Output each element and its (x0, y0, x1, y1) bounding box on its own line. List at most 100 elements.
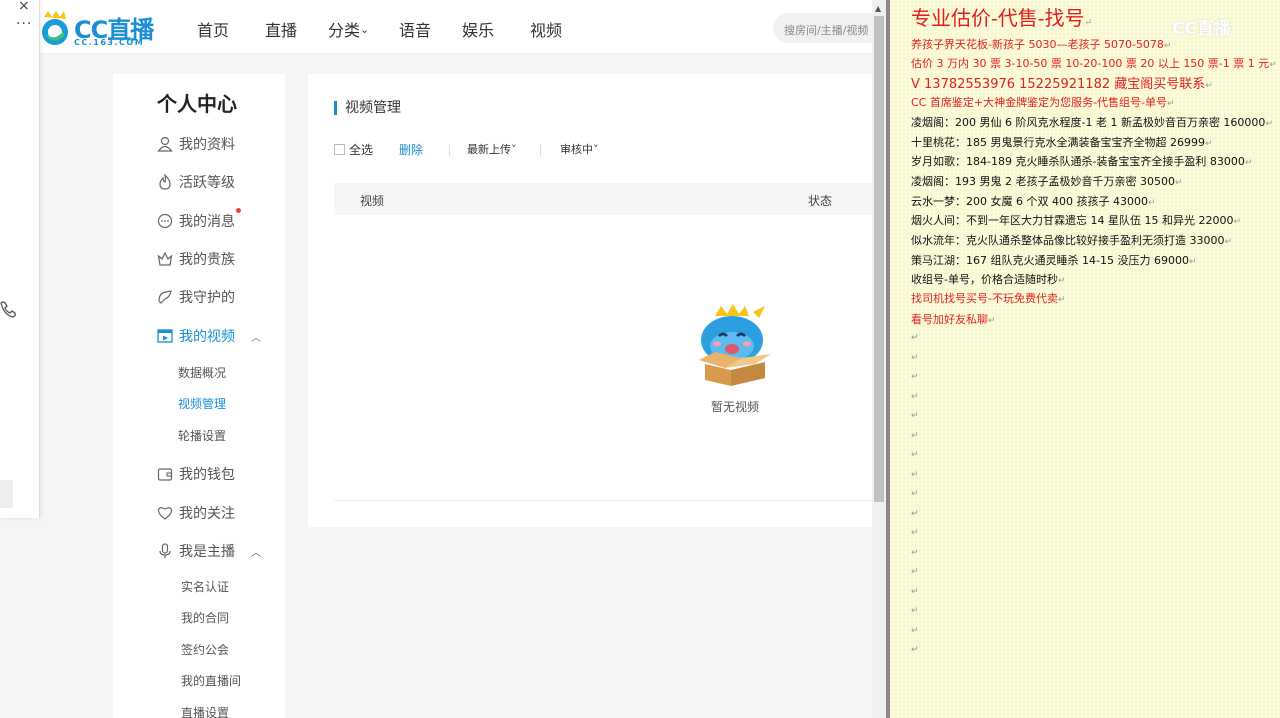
sub-data-overview[interactable]: 数据概况 (178, 364, 226, 381)
sidebar-item-label: 我的关注 (179, 506, 235, 522)
paragraph-mark-icon: ↵ (911, 469, 919, 480)
sidebar-item-guarding[interactable]: 我守护的 (157, 286, 235, 308)
toolbar-divider (540, 144, 541, 156)
nav-live[interactable]: 直播 (265, 17, 297, 41)
paragraph-mark-icon: ↵ (911, 606, 919, 616)
heart-icon (157, 507, 173, 520)
paragraph-mark-icon: ↵ (911, 645, 919, 655)
checkbox-box (334, 144, 345, 155)
paragraph-mark-icon: ↵ (911, 528, 919, 538)
cc-logo[interactable]: CC直播 CC.163.COM (38, 6, 158, 50)
sub-video-management[interactable]: 视频管理 (178, 395, 226, 412)
sidebar-item-following[interactable]: 我的关注 (157, 502, 235, 524)
chevron-down-icon: ⌄ (360, 23, 370, 36)
document-line: 云水一梦：200 女魔 6 个双 400 孩孩子 43000↵ (911, 193, 1156, 209)
paragraph-mark-icon: ↵ (1057, 276, 1066, 286)
sidebar-item-my-videos[interactable]: 我的视频 (157, 325, 235, 347)
panel-tab[interactable] (0, 480, 13, 508)
document-line-text: 养孩子界天花板-新孩子 5030—老孩子 5070-5078 (911, 38, 1164, 51)
column-status: 状态 (808, 194, 833, 208)
nav-home[interactable]: 首页 (197, 17, 229, 41)
content-divider (334, 500, 872, 501)
paragraph-mark-icon: ↵ (1269, 60, 1277, 70)
document-line-text: 估价 3 万内 30 票 3-10-50 票 10-20-100 票 20 以上… (911, 57, 1270, 70)
document-line: 看号加好友私聊↵ (911, 311, 996, 327)
paragraph-mark-icon: ↵ (911, 333, 919, 343)
table-header: 视频 状态 (334, 183, 872, 215)
sub-my-contract[interactable]: 我的合同 (181, 609, 229, 626)
nav-entertainment[interactable]: 娱乐 (462, 17, 494, 41)
search-input[interactable]: 搜房间/主播/视频 (773, 13, 883, 43)
close-icon[interactable]: × (18, 0, 30, 14)
sidebar-item-label: 我的消息 (179, 214, 235, 230)
scrollbar-thumb[interactable] (874, 16, 884, 502)
sub-carousel-settings[interactable]: 轮播设置 (178, 427, 226, 444)
column-video: 视频 (360, 194, 385, 208)
select-all-checkbox[interactable]: 全选 (334, 141, 373, 158)
toolbar-divider (449, 144, 450, 156)
chevron-down-icon: ˅ (511, 143, 517, 156)
document-line-text: 岁月如歌：184-189 克火睡杀队通杀-装备宝宝齐全接手盈利 83000 (911, 155, 1245, 168)
document-line: 专业估价-代售-找号↵ (911, 2, 1092, 31)
sidebar-item-label: 我的钱包 (179, 467, 235, 483)
document-line: 养孩子界天花板-新孩子 5030—老孩子 5070-5078↵ (911, 36, 1171, 52)
paragraph-mark-icon: ↵ (911, 450, 919, 460)
sidebar-item-activity-level[interactable]: 活跃等级 (157, 171, 235, 193)
sub-real-name-auth[interactable]: 实名认证 (181, 578, 229, 595)
empty-state-text: 暂无视频 (711, 400, 760, 414)
crown-icon (157, 251, 173, 266)
scroll-up-icon[interactable]: ▲ (875, 4, 881, 13)
paragraph-mark-icon: ↵ (1084, 18, 1093, 28)
document-line: 十里桃花：185 男鬼景行克水全满装备宝宝齐全物超 26999↵ (911, 134, 1213, 150)
sub-live-settings[interactable]: 直播设置 (181, 704, 229, 718)
document-panel: CC直播 专业估价-代售-找号↵ 养孩子界天花板-新孩子 5030—老孩子 507… (890, 0, 1280, 718)
video-management-panel: 视频管理 全选 删除 最新上传˅ 审核中˅ 视频 状态 暂无视频 (308, 74, 872, 527)
more-icon[interactable]: ··· (16, 16, 32, 32)
sub-my-live-room[interactable]: 我的直播间 (181, 672, 241, 689)
user-center-sidebar: 个人中心 我的资料 活跃等级 我的消息 我的贵族 我守护的 我的视频 ︿ 数据概… (113, 74, 285, 718)
document-line-text: 看号加好友私聊 (911, 313, 988, 326)
paragraph-mark-icon: ↵ (1174, 178, 1183, 188)
document-line-text: 凌烟阁：193 男鬼 2 老孩子孟极妙音千万亲密 30500 (911, 175, 1175, 188)
sidebar-item-nobility[interactable]: 我的贵族 (157, 248, 235, 270)
sidebar-item-label: 我的贵族 (179, 252, 235, 268)
document-line: 凌烟阁：200 男仙 6 阶风克水程度-1 老 1 新孟极妙音百万亲密 1600… (911, 114, 1273, 130)
paragraph-mark-icon: ↵ (1204, 139, 1213, 149)
sidebar-item-profile[interactable]: 我的资料 (157, 133, 235, 155)
page-title: 视频管理 (334, 101, 401, 115)
paragraph-mark-icon: ↵ (1265, 119, 1273, 129)
sidebar-item-label: 活跃等级 (179, 175, 235, 191)
document-line: V 13782553976 15225921182 藏宝阁买号联系↵ (911, 73, 1213, 92)
logo-mascot-icon (42, 11, 68, 45)
sort-label: 最新上传 (467, 143, 511, 156)
sort-dropdown[interactable]: 最新上传˅ (467, 141, 517, 157)
document-line: 岁月如歌：184-189 克火睡杀队通杀-装备宝宝齐全接手盈利 83000↵ (911, 153, 1252, 169)
document-line: 凌烟阁：193 男鬼 2 老孩子孟极妙音千万亲密 30500↵ (911, 173, 1183, 189)
page-scrollbar[interactable]: ▲ (872, 0, 886, 718)
sidebar-item-i-am-anchor[interactable]: 我是主播 (157, 540, 235, 562)
paragraph-mark-icon: ↵ (1244, 158, 1253, 168)
select-all-label: 全选 (349, 143, 374, 157)
chevron-down-icon: ˅ (593, 143, 599, 156)
sidebar-item-messages[interactable]: 我的消息 (157, 210, 235, 232)
paragraph-mark-icon: ↵ (911, 586, 919, 597)
filter-label: 审核中 (560, 143, 593, 156)
sub-signed-guild[interactable]: 签约公会 (181, 641, 229, 658)
document-line-text: 收组号-单号，价格合适随时秒 (911, 273, 1058, 286)
status-filter-dropdown[interactable]: 审核中˅ (560, 141, 599, 157)
document-line-text: 烟火人间：不到一年区大力甘霖遗忘 14 星队伍 15 和异光 22000 (911, 214, 1234, 227)
sidebar-item-wallet[interactable]: 我的钱包 (157, 463, 235, 485)
collapse-icon[interactable]: ︿ (251, 329, 261, 344)
delete-button[interactable]: 删除 (399, 141, 423, 158)
document-line-text: 十里桃花：185 男鬼景行克水全满装备宝宝齐全物超 26999 (911, 136, 1205, 149)
paragraph-mark-icon: ↵ (988, 316, 996, 326)
collapse-icon[interactable]: ︿ (251, 544, 261, 559)
unread-dot (236, 208, 241, 213)
paragraph-mark-icon: ↵ (1233, 217, 1242, 227)
nav-voice[interactable]: 语音 (399, 17, 431, 41)
phone-icon[interactable] (0, 300, 16, 318)
nav-category[interactable]: 分类⌄ (328, 17, 369, 41)
document-line-text: 凌烟阁：200 男仙 6 阶风克水程度-1 老 1 新孟极妙音百万亲密 1600… (911, 116, 1266, 129)
flame-icon (159, 174, 171, 190)
nav-video[interactable]: 视频 (530, 17, 562, 41)
